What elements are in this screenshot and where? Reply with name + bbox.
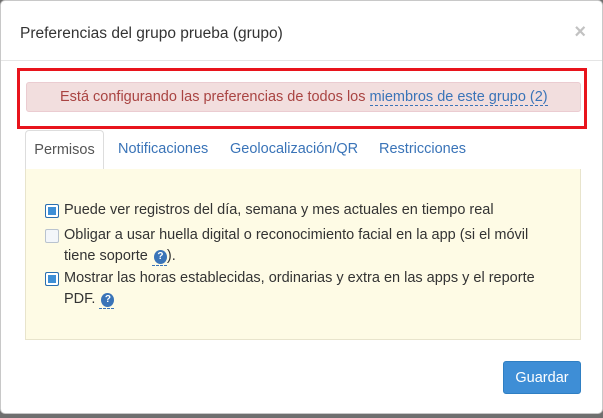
option-label: Puede ver registros del día, semana y me… xyxy=(64,202,494,218)
permission-option-realtime: Puede ver registros del día, semana y me… xyxy=(45,200,555,221)
permission-option-biometric: Obligar a usar huella digital o reconoci… xyxy=(45,225,555,267)
option-label-suffix: ). xyxy=(166,248,176,264)
tab-geolocalizacion-qr[interactable]: Geolocalización/QR xyxy=(230,130,358,170)
show-hours-checkbox[interactable] xyxy=(45,272,59,286)
realtime-records-checkbox[interactable] xyxy=(45,204,59,218)
help-trigger[interactable]: ? xyxy=(151,249,167,266)
permission-option-hours: Mostrar las horas establecidas, ordinari… xyxy=(45,268,555,310)
close-icon[interactable]: × xyxy=(574,22,586,42)
option-label-text: Mostrar las horas establecidas, ordinari… xyxy=(64,270,535,307)
tab-restricciones[interactable]: Restricciones xyxy=(379,130,466,170)
tab-permisos[interactable]: Permisos xyxy=(25,130,104,170)
permissions-panel: Puede ver registros del día, semana y me… xyxy=(25,169,581,340)
option-label-text: Obligar a usar huella digital o reconoci… xyxy=(64,227,529,264)
tab-notificaciones[interactable]: Notificaciones xyxy=(118,130,208,170)
group-members-link[interactable]: miembros de este grupo (2) xyxy=(369,89,548,106)
modal-header: Preferencias del grupo prueba (grupo) × xyxy=(1,1,602,61)
option-label: Obligar a usar huella digital o reconoci… xyxy=(45,225,555,267)
option-label: Mostrar las horas establecidas, ordinari… xyxy=(45,268,555,310)
question-circle-icon[interactable]: ? xyxy=(153,250,167,264)
save-button[interactable]: Guardar xyxy=(503,361,581,394)
question-circle-icon[interactable]: ? xyxy=(101,293,115,307)
preferences-tabs: Permisos Notificaciones Geolocalización/… xyxy=(25,130,581,170)
preferences-modal: Preferencias del grupo prueba (grupo) × … xyxy=(0,0,603,414)
help-trigger[interactable]: ? xyxy=(99,292,115,309)
modal-title: Preferencias del grupo prueba (grupo) xyxy=(20,25,283,42)
biometric-checkbox[interactable] xyxy=(45,229,59,243)
alert-text: Está configurando las preferencias de to… xyxy=(60,89,370,105)
group-alert: Está configurando las preferencias de to… xyxy=(26,82,581,112)
